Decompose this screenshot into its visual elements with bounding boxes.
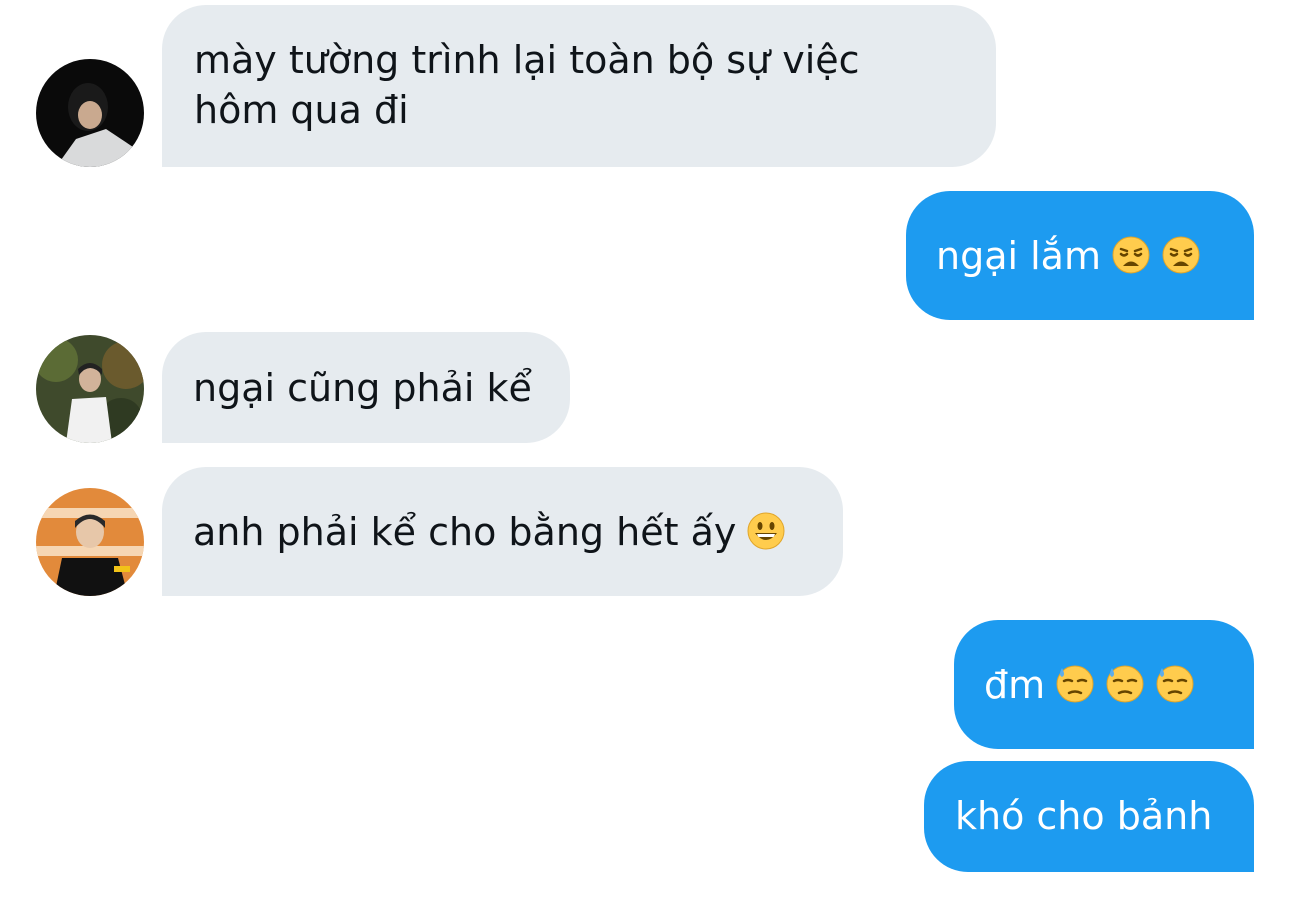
downcast-sweat-face-emoji	[1155, 664, 1195, 704]
message-bubble-outgoing[interactable]: đm	[954, 620, 1254, 749]
message-text: ngại cũng phải kể	[193, 366, 532, 410]
message-text: ngại lắm	[936, 234, 1101, 278]
sender-avatar[interactable]	[36, 488, 144, 596]
grinning-face-emoji	[746, 511, 786, 551]
message-text: đm	[984, 663, 1046, 707]
downcast-sweat-face-emoji	[1055, 664, 1095, 704]
weary-face-emoji	[1111, 235, 1151, 275]
message-text-line: hôm qua đi	[194, 88, 409, 132]
message-bubble-incoming[interactable]: mày tường trình lại toàn bộ sự việc hôm …	[162, 5, 996, 167]
message-text-line: mày tường trình lại toàn bộ sự việc	[194, 38, 860, 82]
sender-avatar[interactable]	[36, 59, 144, 167]
message-bubble-outgoing[interactable]: ngại lắm	[906, 191, 1254, 320]
weary-face-emoji	[1161, 235, 1201, 275]
message-text: khó cho bảnh	[955, 794, 1213, 838]
message-bubble-incoming[interactable]: ngại cũng phải kể	[162, 332, 570, 443]
message-bubble-outgoing[interactable]: khó cho bảnh	[924, 761, 1254, 872]
downcast-sweat-face-emoji	[1105, 664, 1145, 704]
sender-avatar[interactable]	[36, 335, 144, 443]
message-bubble-incoming[interactable]: anh phải kể cho bằng hết ấy	[162, 467, 843, 596]
message-text: anh phải kể cho bằng hết ấy	[193, 510, 737, 554]
